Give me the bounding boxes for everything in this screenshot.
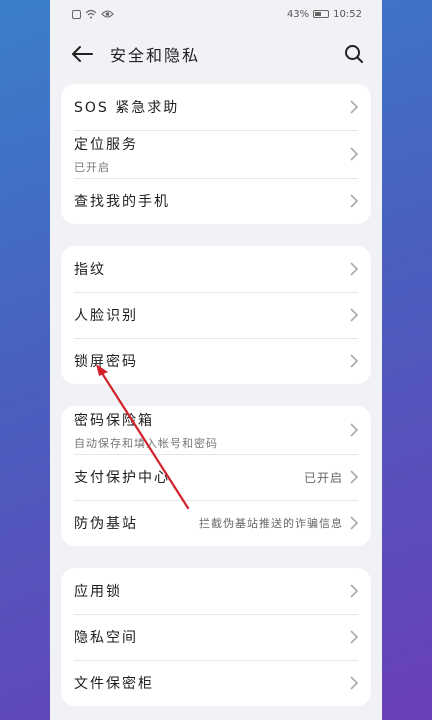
status-bar: 43% 10:52 bbox=[50, 0, 382, 28]
list-item-payment-protection[interactable]: 支付保护中心 已开启 bbox=[61, 454, 371, 500]
top-app-bar: 安全和隐私 bbox=[50, 28, 382, 80]
list-item-face-recognition[interactable]: 人脸识别 bbox=[61, 292, 371, 338]
sim-icon bbox=[72, 9, 81, 19]
item-label: 锁屏密码 bbox=[74, 354, 138, 370]
chevron-right-icon bbox=[350, 262, 359, 276]
list-item-lock-screen-password[interactable]: 锁屏密码 bbox=[61, 338, 371, 384]
chevron-right-icon bbox=[350, 308, 359, 322]
item-label: SOS 紧急求助 bbox=[74, 100, 180, 116]
item-label: 隐私空间 bbox=[74, 630, 138, 646]
item-label: 防伪基站 bbox=[74, 516, 138, 532]
item-label: 查找我的手机 bbox=[74, 194, 170, 210]
back-button[interactable] bbox=[68, 40, 96, 68]
arrow-left-icon bbox=[72, 46, 93, 62]
item-label: 支付保护中心 bbox=[74, 470, 170, 486]
chevron-right-icon bbox=[350, 676, 359, 690]
list-item-app-lock[interactable]: 应用锁 bbox=[61, 568, 371, 614]
chevron-right-icon bbox=[350, 147, 359, 161]
chevron-right-icon bbox=[350, 423, 359, 437]
settings-group-4: 应用锁 隐私空间 文件保密柜 bbox=[61, 568, 371, 706]
chevron-right-icon bbox=[350, 100, 359, 114]
status-right: 43% 10:52 bbox=[287, 9, 362, 20]
settings-group-3: 密码保险箱 自动保存和填入帐号和密码 支付保护中心 已开启 防伪基站 拦截伪基站… bbox=[61, 406, 371, 546]
item-subtitle: 已开启 bbox=[74, 160, 110, 174]
item-label: 定位服务 bbox=[74, 136, 138, 153]
list-item-file-safe[interactable]: 文件保密柜 bbox=[61, 660, 371, 706]
item-subtitle: 自动保存和填入帐号和密码 bbox=[74, 436, 218, 450]
battery-percent: 43% bbox=[286, 8, 310, 20]
list-item-fingerprint[interactable]: 指纹 bbox=[61, 246, 371, 292]
item-label: 人脸识别 bbox=[74, 308, 138, 324]
settings-group-2: 指纹 人脸识别 锁屏密码 bbox=[61, 246, 371, 384]
list-item-location[interactable]: 定位服务 已开启 bbox=[61, 130, 371, 178]
eye-icon bbox=[101, 10, 114, 18]
item-status-value: 已开启 bbox=[303, 470, 343, 485]
wifi-icon bbox=[85, 9, 97, 19]
item-label: 指纹 bbox=[74, 262, 106, 278]
page-title: 安全和隐私 bbox=[110, 46, 201, 65]
list-item-password-vault[interactable]: 密码保险箱 自动保存和填入帐号和密码 bbox=[61, 406, 371, 454]
list-item-private-space[interactable]: 隐私空间 bbox=[61, 614, 371, 660]
chevron-right-icon bbox=[350, 630, 359, 644]
chevron-right-icon bbox=[350, 516, 359, 530]
list-item-find-phone[interactable]: 查找我的手机 bbox=[61, 178, 371, 224]
search-button[interactable] bbox=[340, 40, 368, 68]
chevron-right-icon bbox=[350, 194, 359, 208]
list-item-sos[interactable]: SOS 紧急求助 bbox=[61, 84, 371, 130]
battery-icon bbox=[313, 10, 330, 18]
status-left-icons bbox=[72, 9, 114, 19]
chevron-right-icon bbox=[350, 584, 359, 598]
list-item-fake-base-station[interactable]: 防伪基站 拦截伪基站推送的诈骗信息 bbox=[61, 500, 371, 546]
search-icon bbox=[345, 45, 363, 63]
item-label: 密码保险箱 bbox=[74, 412, 154, 429]
settings-group-1: SOS 紧急求助 定位服务 已开启 查找我的手机 bbox=[61, 84, 371, 224]
clock: 10:52 bbox=[333, 8, 362, 20]
phone-screen: 43% 10:52 安全和隐私 SOS 紧急求助 定位服务 已开启 查找我的手机… bbox=[50, 0, 382, 720]
item-label: 文件保密柜 bbox=[74, 676, 154, 692]
chevron-right-icon bbox=[350, 354, 359, 368]
item-description: 拦截伪基站推送的诈骗信息 bbox=[199, 517, 343, 530]
item-label: 应用锁 bbox=[74, 584, 122, 600]
chevron-right-icon bbox=[350, 470, 359, 484]
